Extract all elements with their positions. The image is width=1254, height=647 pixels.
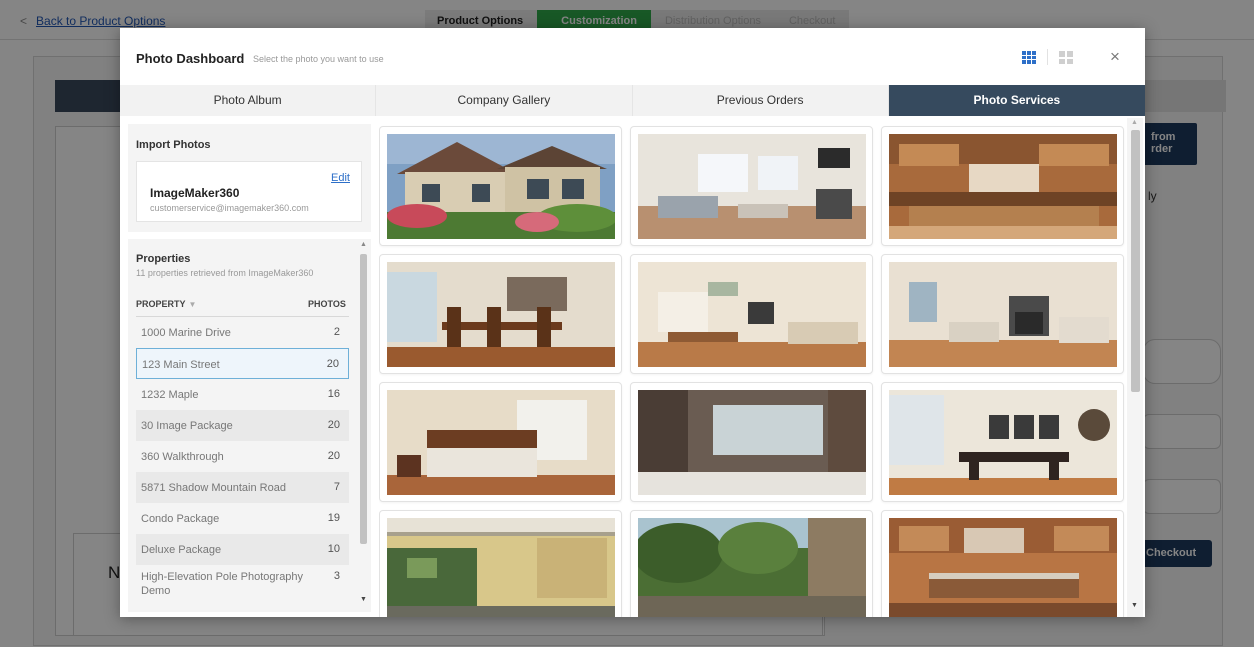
photo-dashboard-modal: Photo Dashboard Select the photo you wan…	[120, 28, 1145, 617]
property-name: 1232 Maple	[141, 389, 199, 401]
source-tabs: Photo Album Company Gallery Previous Ord…	[120, 85, 1145, 116]
properties-scrollbar[interactable]: ▲ ▼	[357, 239, 371, 612]
edit-link[interactable]: Edit	[331, 172, 350, 184]
photo-image	[387, 390, 615, 495]
photo-image	[889, 390, 1117, 495]
property-column-label: PROPERTY	[136, 299, 186, 309]
photo-image	[638, 134, 866, 239]
grid-small-icon[interactable]	[1022, 51, 1036, 64]
photo-image	[638, 262, 866, 367]
property-photo-count: 19	[327, 512, 340, 524]
photo-image	[638, 390, 866, 495]
photo-thumbnail[interactable]	[379, 382, 622, 502]
grid-large-icon[interactable]	[1059, 51, 1073, 64]
modal-title: Photo Dashboard	[136, 51, 245, 66]
property-photo-count: 20	[327, 450, 340, 462]
property-row[interactable]: 360 Walkthrough 20	[136, 441, 349, 472]
account-email: customerservice@imagemaker360.com	[150, 203, 309, 213]
property-photo-count: 20	[326, 358, 339, 370]
properties-subtitle: 11 properties retrieved from ImageMaker3…	[136, 268, 314, 278]
property-name: Deluxe Package	[141, 544, 222, 556]
photo-grid-scrollbar[interactable]: ▲ ▼	[1127, 118, 1143, 617]
close-icon[interactable]: ×	[1110, 47, 1120, 67]
photo-thumbnail[interactable]	[379, 254, 622, 374]
photos-column-header: PHOTOS	[308, 299, 346, 309]
photo-thumbnail[interactable]	[379, 510, 622, 617]
property-row[interactable]: 30 Image Package 20	[136, 410, 349, 441]
tab-previous-orders[interactable]: Previous Orders	[632, 85, 889, 116]
photo-thumbnail[interactable]	[379, 126, 622, 246]
tab-company-gallery[interactable]: Company Gallery	[376, 85, 633, 116]
photo-image	[387, 134, 615, 239]
property-row-selected[interactable]: 123 Main Street 20	[136, 348, 349, 379]
property-name: 123 Main Street	[142, 359, 220, 371]
photo-image	[889, 134, 1117, 239]
import-photos-card: Import Photos Edit ImageMaker360 custome…	[128, 124, 371, 232]
property-photo-count: 2	[333, 326, 340, 338]
scroll-up-icon[interactable]: ▲	[1131, 119, 1138, 126]
account-box: Edit ImageMaker360 customerservice@image…	[136, 161, 362, 222]
property-row[interactable]: 5871 Shadow Mountain Road 7	[136, 472, 349, 503]
scrollbar-thumb[interactable]	[1131, 130, 1140, 392]
property-name: 360 Walkthrough	[141, 451, 224, 463]
photo-image	[889, 518, 1117, 617]
photo-thumbnail[interactable]	[881, 510, 1124, 617]
modal-subtitle: Select the photo you want to use	[253, 54, 384, 64]
property-photo-count: 20	[327, 419, 340, 431]
properties-card: Properties 11 properties retrieved from …	[128, 239, 371, 612]
photo-image	[387, 518, 615, 617]
property-photo-count: 3	[333, 570, 340, 582]
scroll-down-icon[interactable]: ▼	[360, 596, 367, 603]
tab-photo-services[interactable]: Photo Services	[888, 85, 1145, 116]
property-photo-count: 7	[333, 481, 340, 493]
photo-thumbnail[interactable]	[630, 126, 873, 246]
property-name: High-Elevation Pole Photography Demo	[141, 571, 304, 597]
property-row[interactable]: Deluxe Package 10	[136, 534, 349, 565]
scrollbar-thumb[interactable]	[360, 254, 367, 544]
left-column: Import Photos Edit ImageMaker360 custome…	[128, 124, 371, 612]
modal-header: Photo Dashboard Select the photo you wan…	[120, 28, 1145, 86]
photo-image	[889, 262, 1117, 367]
property-photo-count: 10	[327, 543, 340, 555]
scroll-down-icon[interactable]: ▼	[1131, 602, 1138, 609]
property-list: 1000 Marine Drive 2 123 Main Street 20 123…	[136, 317, 349, 607]
sort-down-icon: ▼	[188, 300, 197, 309]
property-row[interactable]: Condo Package 19	[136, 503, 349, 534]
photo-thumbnail[interactable]	[630, 254, 873, 374]
import-photos-title: Import Photos	[136, 139, 211, 151]
scroll-up-icon[interactable]: ▲	[360, 241, 367, 248]
tab-photo-album[interactable]: Photo Album	[120, 85, 377, 116]
photo-thumbnail[interactable]	[881, 254, 1124, 374]
account-name: ImageMaker360	[150, 186, 240, 200]
photo-thumbnail[interactable]	[630, 382, 873, 502]
photo-thumbnail[interactable]	[630, 510, 873, 617]
property-row[interactable]: 1000 Marine Drive 2	[136, 317, 349, 348]
property-photo-count: 16	[327, 388, 340, 400]
photo-image	[387, 262, 615, 367]
photo-image	[638, 518, 866, 617]
divider	[1047, 49, 1048, 65]
property-row[interactable]: High-Elevation Pole Photography Demo 3	[136, 565, 349, 607]
property-row[interactable]: 1232 Maple 16	[136, 379, 349, 410]
property-name: 5871 Shadow Mountain Road	[141, 482, 286, 494]
photo-grid-area: ▲ ▼	[379, 118, 1145, 617]
property-name: 30 Image Package	[141, 420, 233, 432]
photo-thumbnail[interactable]	[881, 126, 1124, 246]
properties-title: Properties	[136, 253, 191, 265]
property-column-header[interactable]: PROPERTY ▼	[136, 299, 196, 309]
property-name: 1000 Marine Drive	[141, 327, 231, 339]
property-name: Condo Package	[141, 513, 220, 525]
photo-thumbnail[interactable]	[881, 382, 1124, 502]
